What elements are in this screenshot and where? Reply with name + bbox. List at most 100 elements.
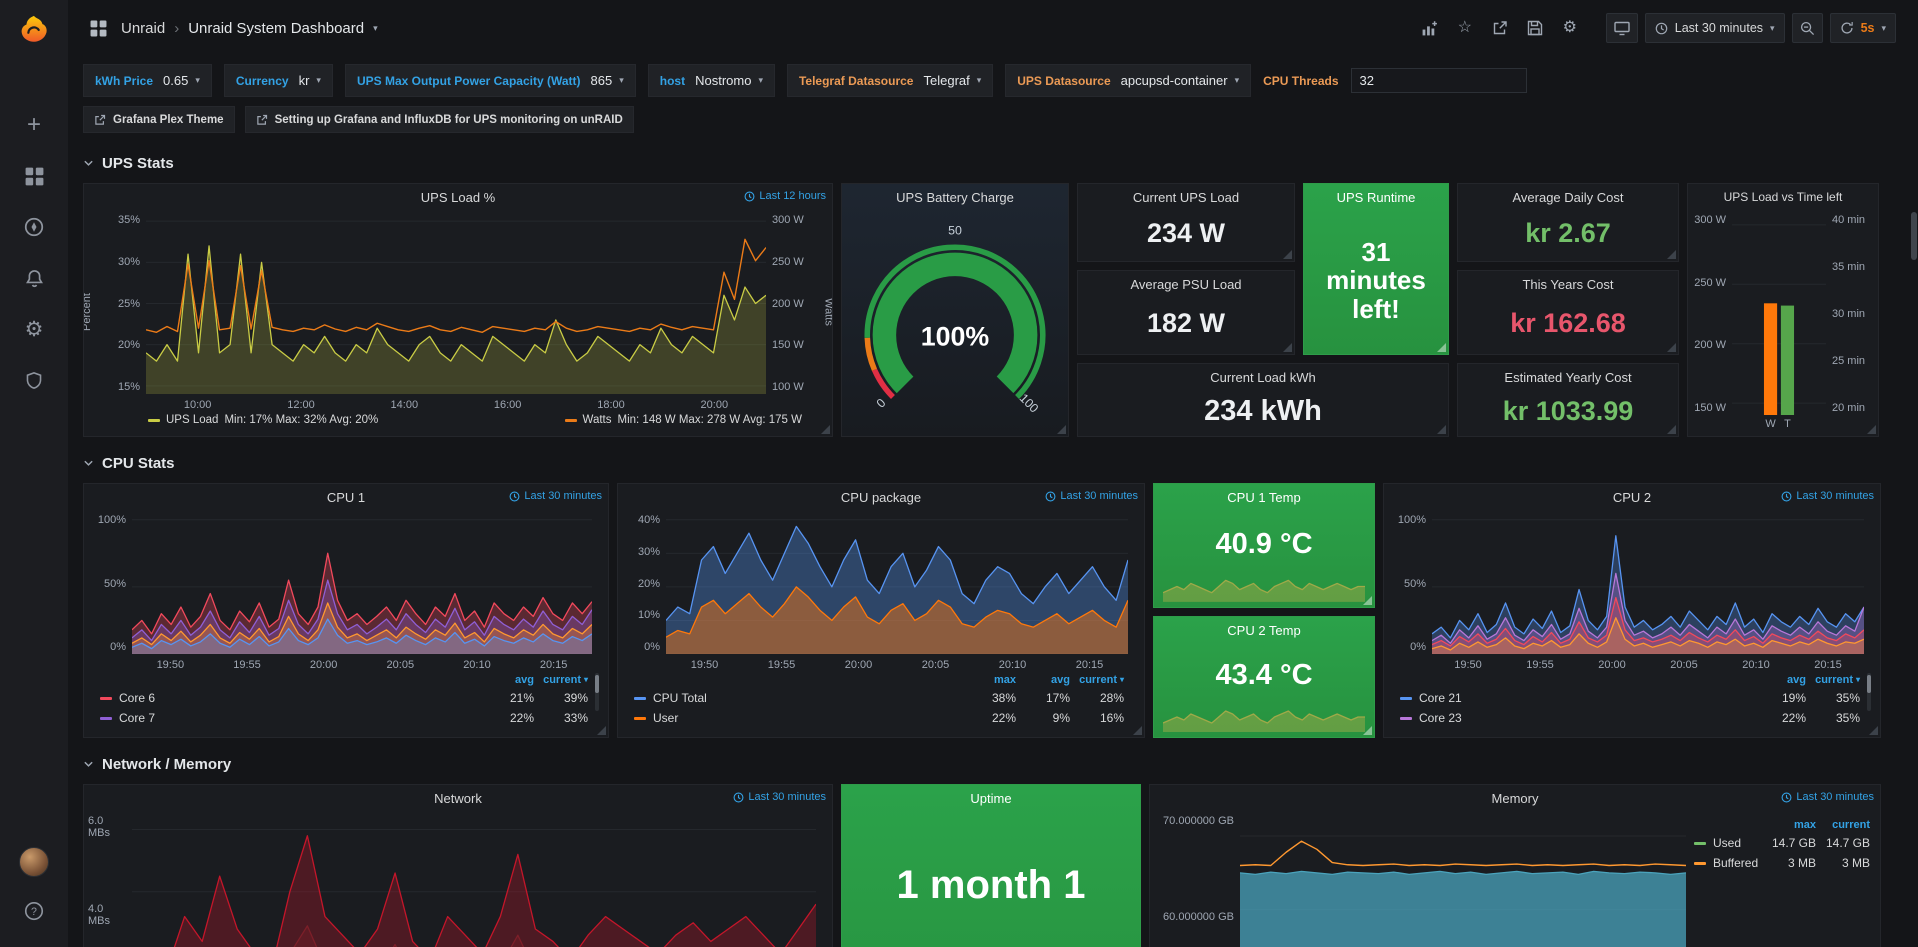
ups-load-chart[interactable] (146, 213, 766, 394)
panel-resize-handle[interactable] (1437, 425, 1446, 434)
legend-col-avg[interactable]: avg (1752, 674, 1806, 686)
panel-title[interactable]: CPU 2 Temp (1227, 623, 1300, 638)
variable-telegraf-datasource[interactable]: Telegraf Datasource Telegraf▾ (787, 64, 993, 97)
legend-col-current[interactable]: current▾ (1070, 674, 1124, 686)
add-panel-icon[interactable] (1416, 14, 1444, 42)
memory-chart[interactable] (1240, 814, 1686, 947)
legend-col-avg[interactable]: avg (1016, 674, 1070, 686)
variable-ups-datasource[interactable]: UPS Datasource apcupsd-container▾ (1005, 64, 1251, 97)
panel-resize-handle[interactable] (597, 726, 606, 735)
panel-resize-handle[interactable] (1667, 250, 1676, 259)
link-grafana-plex-theme[interactable]: Grafana Plex Theme (83, 106, 235, 133)
legend-col-max[interactable]: max (962, 674, 1016, 686)
refresh-picker[interactable]: 5s ▾ (1830, 13, 1896, 43)
cpu2-chart[interactable] (1432, 513, 1864, 654)
legend-row[interactable]: Core 23 22% 35% (1400, 708, 1860, 728)
grafana-logo[interactable] (19, 14, 49, 47)
panel-title[interactable]: CPU 2 (1613, 490, 1651, 505)
cpu-package-chart[interactable] (666, 513, 1128, 654)
legend-row[interactable]: CPU Total 38% 17% 28% (634, 688, 1124, 708)
title-caret-icon[interactable]: ▾ (373, 23, 378, 34)
legend-col-current[interactable]: current (1816, 819, 1870, 831)
panel-title[interactable]: Average Daily Cost (1512, 190, 1623, 205)
time-range-badge[interactable]: Last 30 minutes (1781, 791, 1874, 803)
panel-title[interactable]: CPU package (841, 490, 921, 505)
legend-col-max[interactable]: max (1762, 819, 1816, 831)
star-icon[interactable]: ☆ (1451, 14, 1479, 42)
panel-title[interactable]: CPU 1 (327, 490, 365, 505)
legend-row[interactable]: Used 14.7 GB 14.7 GB (1694, 833, 1870, 853)
panel-title[interactable]: Estimated Yearly Cost (1504, 370, 1631, 385)
help-icon[interactable]: ? (22, 899, 46, 923)
cpu-threads-input[interactable]: 32 (1351, 68, 1527, 93)
network-chart[interactable] (132, 814, 816, 947)
panel-title[interactable]: Current UPS Load (1133, 190, 1239, 205)
panel-title[interactable]: Memory (1492, 791, 1539, 806)
load-vs-time-chart[interactable] (1732, 213, 1826, 415)
legend-col-current[interactable]: current▾ (1806, 674, 1860, 686)
user-avatar[interactable] (19, 847, 49, 877)
panel-resize-handle[interactable] (1667, 425, 1676, 434)
legend-row[interactable]: Buffered 3 MB 3 MB (1694, 853, 1870, 873)
panel-resize-handle[interactable] (1363, 596, 1372, 605)
time-range-badge[interactable]: Last 30 minutes (509, 490, 602, 502)
alerting-icon[interactable] (22, 266, 46, 290)
legend-col-avg[interactable]: avg (480, 674, 534, 686)
panel-title[interactable]: Average PSU Load (1130, 277, 1241, 292)
panel-resize-handle[interactable] (1667, 343, 1676, 352)
legend-col-current[interactable]: current▾ (534, 674, 588, 686)
dashboard-settings-icon[interactable]: ⚙ (1556, 14, 1584, 42)
time-range-badge[interactable]: Last 30 minutes (1045, 490, 1138, 502)
cpu1-chart[interactable] (132, 513, 592, 654)
section-ups-stats[interactable]: UPS Stats (83, 149, 1903, 177)
time-range-badge[interactable]: Last 30 minutes (733, 791, 826, 803)
dashboard-title[interactable]: Unraid System Dashboard (188, 20, 364, 37)
legend-row[interactable]: User 22% 9% 16% (634, 708, 1124, 728)
link-ups-monitoring-guide[interactable]: Setting up Grafana and InfluxDB for UPS … (245, 106, 634, 133)
panel-title[interactable]: This Years Cost (1522, 277, 1613, 292)
panel-title[interactable]: UPS Load % (421, 190, 495, 205)
time-range-picker[interactable]: Last 30 minutes ▾ (1645, 13, 1785, 43)
page-scrollbar[interactable] (1911, 212, 1917, 260)
dashboards-icon[interactable] (22, 164, 46, 188)
variable-host[interactable]: host Nostromo▾ (648, 64, 775, 97)
time-range-badge[interactable]: Last 12 hours (744, 190, 826, 202)
panel-title[interactable]: UPS Runtime (1337, 190, 1416, 205)
create-icon[interactable]: + (22, 113, 46, 137)
configuration-icon[interactable]: ⚙ (22, 317, 46, 341)
section-cpu-stats[interactable]: CPU Stats (83, 449, 1903, 477)
section-network-memory[interactable]: Network / Memory (83, 750, 1903, 778)
panel-title[interactable]: UPS Load vs Time left (1724, 190, 1843, 204)
legend-item-watts[interactable]: Watts Min: 148 W Max: 278 W Avg: 175 W (565, 414, 802, 426)
panel-resize-handle[interactable] (1133, 726, 1142, 735)
legend-row[interactable]: Core 7 22% 33% (100, 708, 588, 728)
battery-charge-gauge[interactable]: 050100100% (842, 210, 1068, 436)
legend-item-ups-load[interactable]: UPS Load Min: 17% Max: 32% Avg: 20% (148, 414, 378, 426)
save-icon[interactable] (1521, 14, 1549, 42)
panel-resize-handle[interactable] (821, 425, 830, 434)
panel-title[interactable]: Network (434, 791, 482, 806)
panel-title[interactable]: CPU 1 Temp (1227, 490, 1300, 505)
panel-resize-handle[interactable] (1283, 250, 1292, 259)
zoom-out-button[interactable] (1792, 13, 1823, 43)
panel-resize-handle[interactable] (1869, 726, 1878, 735)
panel-resize-handle[interactable] (1437, 343, 1446, 352)
panel-resize-handle[interactable] (1283, 343, 1292, 352)
breadcrumb-app[interactable]: Unraid (121, 20, 165, 37)
variable-ups-max-output[interactable]: UPS Max Output Power Capacity (Watt) 865… (345, 64, 636, 97)
time-range-badge[interactable]: Last 30 minutes (1781, 490, 1874, 502)
legend-scrollbar[interactable] (595, 673, 599, 711)
share-icon[interactable] (1486, 14, 1514, 42)
variable-currency[interactable]: Currency kr▾ (224, 64, 333, 97)
apps-grid-icon[interactable] (84, 14, 112, 42)
cycle-view-button[interactable] (1606, 13, 1638, 43)
variable-kwh-price[interactable]: kWh Price 0.65▾ (83, 64, 212, 97)
explore-icon[interactable] (22, 215, 46, 239)
panel-resize-handle[interactable] (1363, 726, 1372, 735)
server-admin-icon[interactable] (22, 368, 46, 392)
panel-title[interactable]: UPS Battery Charge (896, 190, 1014, 205)
panel-title[interactable]: Current Load kWh (1210, 370, 1316, 385)
panel-title[interactable]: Uptime (970, 791, 1011, 806)
legend-scrollbar[interactable] (1867, 673, 1871, 711)
legend-row[interactable]: Core 6 21% 39% (100, 688, 588, 708)
